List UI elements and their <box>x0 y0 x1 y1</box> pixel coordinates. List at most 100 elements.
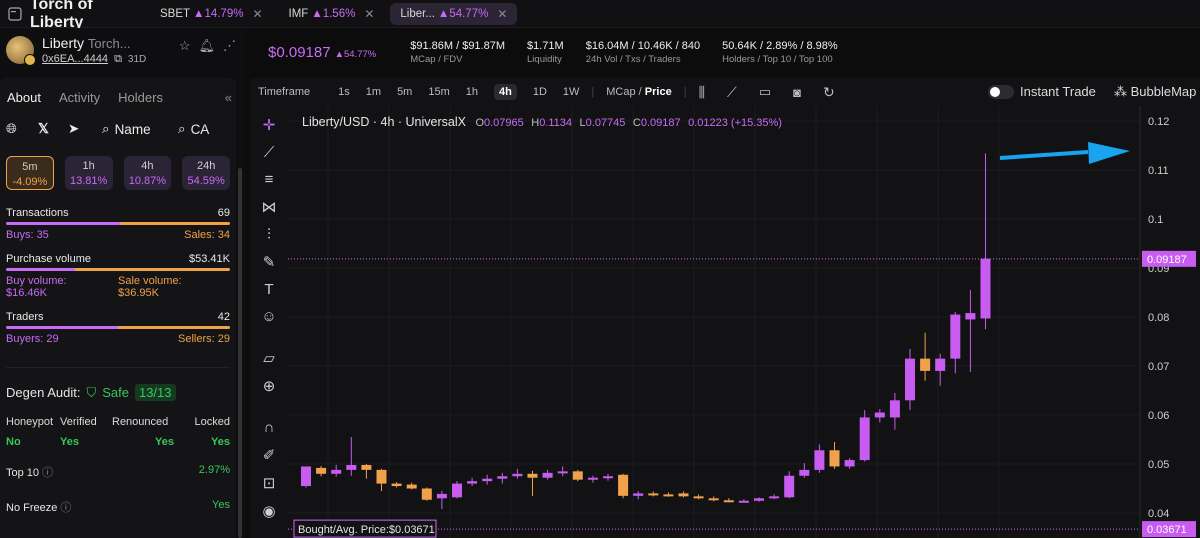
chip-liberty[interactable]: Liber... ▲54.77% ✕ <box>390 2 518 25</box>
tf-24h[interactable]: 24h 54.59% <box>182 156 231 190</box>
globe-icon[interactable]: 🌐︎ <box>6 121 38 137</box>
y-tick-label: 0.04 <box>1148 508 1169 520</box>
transactions-stat: Transactions 69 Buys: 35 Sales: 34 <box>0 207 236 241</box>
candle-body <box>829 450 840 467</box>
mcap-price-toggle[interactable]: MCap / Price <box>606 86 671 98</box>
token-header: Liberty Torch... 0x6EA...4444 ⧉ 31D ☆ 🔔︎… <box>0 28 246 72</box>
zoom-icon[interactable]: ⊕ <box>263 377 276 395</box>
crosshair-icon[interactable]: ✛ <box>263 116 276 134</box>
brand[interactable]: Torch of Liberty <box>0 0 150 32</box>
traders-stat: Traders 42 Buyers: 29 Sellers: 29 <box>0 311 236 345</box>
top10-row: Top 10 ⓘ 2.97% <box>6 464 230 479</box>
telegram-icon[interactable]: ➤ <box>68 121 102 137</box>
emoji-icon[interactable]: ☺ <box>261 308 276 325</box>
ruler-icon[interactable]: ▱ <box>263 349 275 367</box>
search-icon: ⌕ <box>102 121 110 136</box>
y-tick-label: 0.07 <box>1148 361 1169 373</box>
buy-volume: Buy volume: $16.46K <box>6 275 67 299</box>
search-ca-button[interactable]: ⌕ CA <box>178 121 209 137</box>
candle-body <box>467 481 478 484</box>
legend-low: 0.07745 <box>586 117 626 129</box>
tf-4h[interactable]: 4h 10.87% <box>123 156 172 190</box>
tf-5m[interactable]: 5m -4.09% <box>6 156 54 190</box>
collapse-icon[interactable]: « <box>225 90 232 105</box>
trendline-icon[interactable]: ⟋ <box>264 144 275 161</box>
candle-body <box>889 400 900 418</box>
interval-1w[interactable]: 1W <box>563 86 580 98</box>
candle-body <box>301 466 311 487</box>
candle-body <box>391 483 402 487</box>
help-icon[interactable]: ⓘ <box>42 467 53 479</box>
candle-body <box>859 417 870 461</box>
volume-bar <box>6 268 230 271</box>
fib-icon[interactable]: ⫶ <box>267 226 271 243</box>
refresh-icon[interactable]: ↻ <box>823 84 835 101</box>
interval-1s[interactable]: 1s <box>338 86 350 98</box>
social-links: 🌐︎ 𝕏 ➤ ⌕ Name ⌕ CA <box>0 116 236 142</box>
nofreeze-row: No Freeze ⓘ Yes <box>6 499 230 514</box>
stat-value: $53.41K <box>189 253 230 265</box>
interval-1d[interactable]: 1D <box>533 86 547 98</box>
candle-body <box>603 476 613 479</box>
copy-icon[interactable]: ⧉ <box>114 53 122 66</box>
instant-trade-toggle[interactable] <box>988 85 1014 99</box>
search-name-button[interactable]: ⌕ Name <box>102 121 178 137</box>
scrollbar[interactable] <box>238 168 242 538</box>
magnet-icon[interactable]: ∩ <box>264 419 275 436</box>
token-address[interactable]: 0x6EA...4444 <box>42 53 108 65</box>
y-tick-label: 0.06 <box>1148 410 1169 422</box>
bell-icon[interactable]: 🔔︎ <box>198 38 215 54</box>
tab-holders[interactable]: Holders <box>118 90 163 105</box>
share-icon[interactable]: ⋰ <box>223 38 236 54</box>
interval-1h[interactable]: 1h <box>466 86 478 98</box>
interval-4h[interactable]: 4h <box>494 84 517 100</box>
text-icon[interactable]: T <box>264 281 273 298</box>
tf-1h[interactable]: 1h 13.81% <box>64 156 113 190</box>
pencil-lock-icon[interactable]: ✐ <box>263 446 276 464</box>
candles-icon[interactable]: ⫼ <box>699 84 705 101</box>
bubblemap-button[interactable]: ⁂ BubbleMap <box>1114 84 1196 100</box>
instant-trade-label: Instant Trade <box>1020 84 1096 99</box>
page-title: Torch of Liberty <box>29 0 93 31</box>
star-icon[interactable]: ☆ <box>179 38 191 54</box>
brush-icon[interactable]: ✎ <box>263 253 276 271</box>
candle-body <box>663 494 674 497</box>
horizontal-lines-icon[interactable]: ≡ <box>265 171 274 188</box>
x-icon[interactable]: 𝕏 <box>38 121 68 137</box>
y-tick-label: 0.05 <box>1148 459 1169 471</box>
help-icon[interactable]: ⓘ <box>60 502 71 514</box>
audit-score: 13/13 <box>134 384 176 401</box>
camera-icon[interactable]: ◙ <box>793 85 801 100</box>
indicator-icon[interactable]: ⟋ <box>727 84 737 101</box>
candle-body <box>905 358 915 401</box>
close-icon[interactable]: ✕ <box>497 7 507 21</box>
candle-body <box>452 483 462 498</box>
price-chart[interactable]: Bought/Avg. Price:$0.03671 0.12 0.11 0.1 0.… <box>288 106 1200 538</box>
y-tick-label: 0.11 <box>1148 165 1169 177</box>
chip-pct: ▲14.79% <box>193 7 244 20</box>
close-icon[interactable]: ✕ <box>364 7 374 21</box>
candle-body <box>950 314 961 359</box>
bookmark-icon[interactable]: ▭ <box>759 84 771 100</box>
bubblemap-icon: ⁂ <box>1114 84 1127 99</box>
interval-1m[interactable]: 1m <box>366 86 381 98</box>
pattern-icon[interactable]: ⋈ <box>262 198 277 216</box>
chip-imf[interactable]: IMF ▲1.56% ✕ <box>279 3 385 25</box>
candle-body <box>935 358 946 371</box>
candle-body <box>920 358 931 371</box>
tab-about[interactable]: About <box>7 90 41 105</box>
legend-change: 0.01223 (+15.35%) <box>688 117 782 129</box>
stat-value: 69 <box>217 207 230 219</box>
close-icon[interactable]: ✕ <box>252 7 262 21</box>
lock-icon[interactable]: ⊡ <box>263 474 276 492</box>
chip-sbet[interactable]: SBET ▲14.79% ✕ <box>150 3 273 25</box>
candle-body <box>587 477 598 480</box>
sales-count: Sales: 34 <box>184 229 230 241</box>
eye-icon[interactable]: ◉ <box>262 502 275 520</box>
sellers-count: Sellers: 29 <box>178 333 230 345</box>
interval-15m[interactable]: 15m <box>428 86 449 98</box>
tab-activity[interactable]: Activity <box>59 90 100 105</box>
candle-body <box>738 500 749 503</box>
candle-body <box>497 476 508 479</box>
interval-5m[interactable]: 5m <box>397 86 412 98</box>
